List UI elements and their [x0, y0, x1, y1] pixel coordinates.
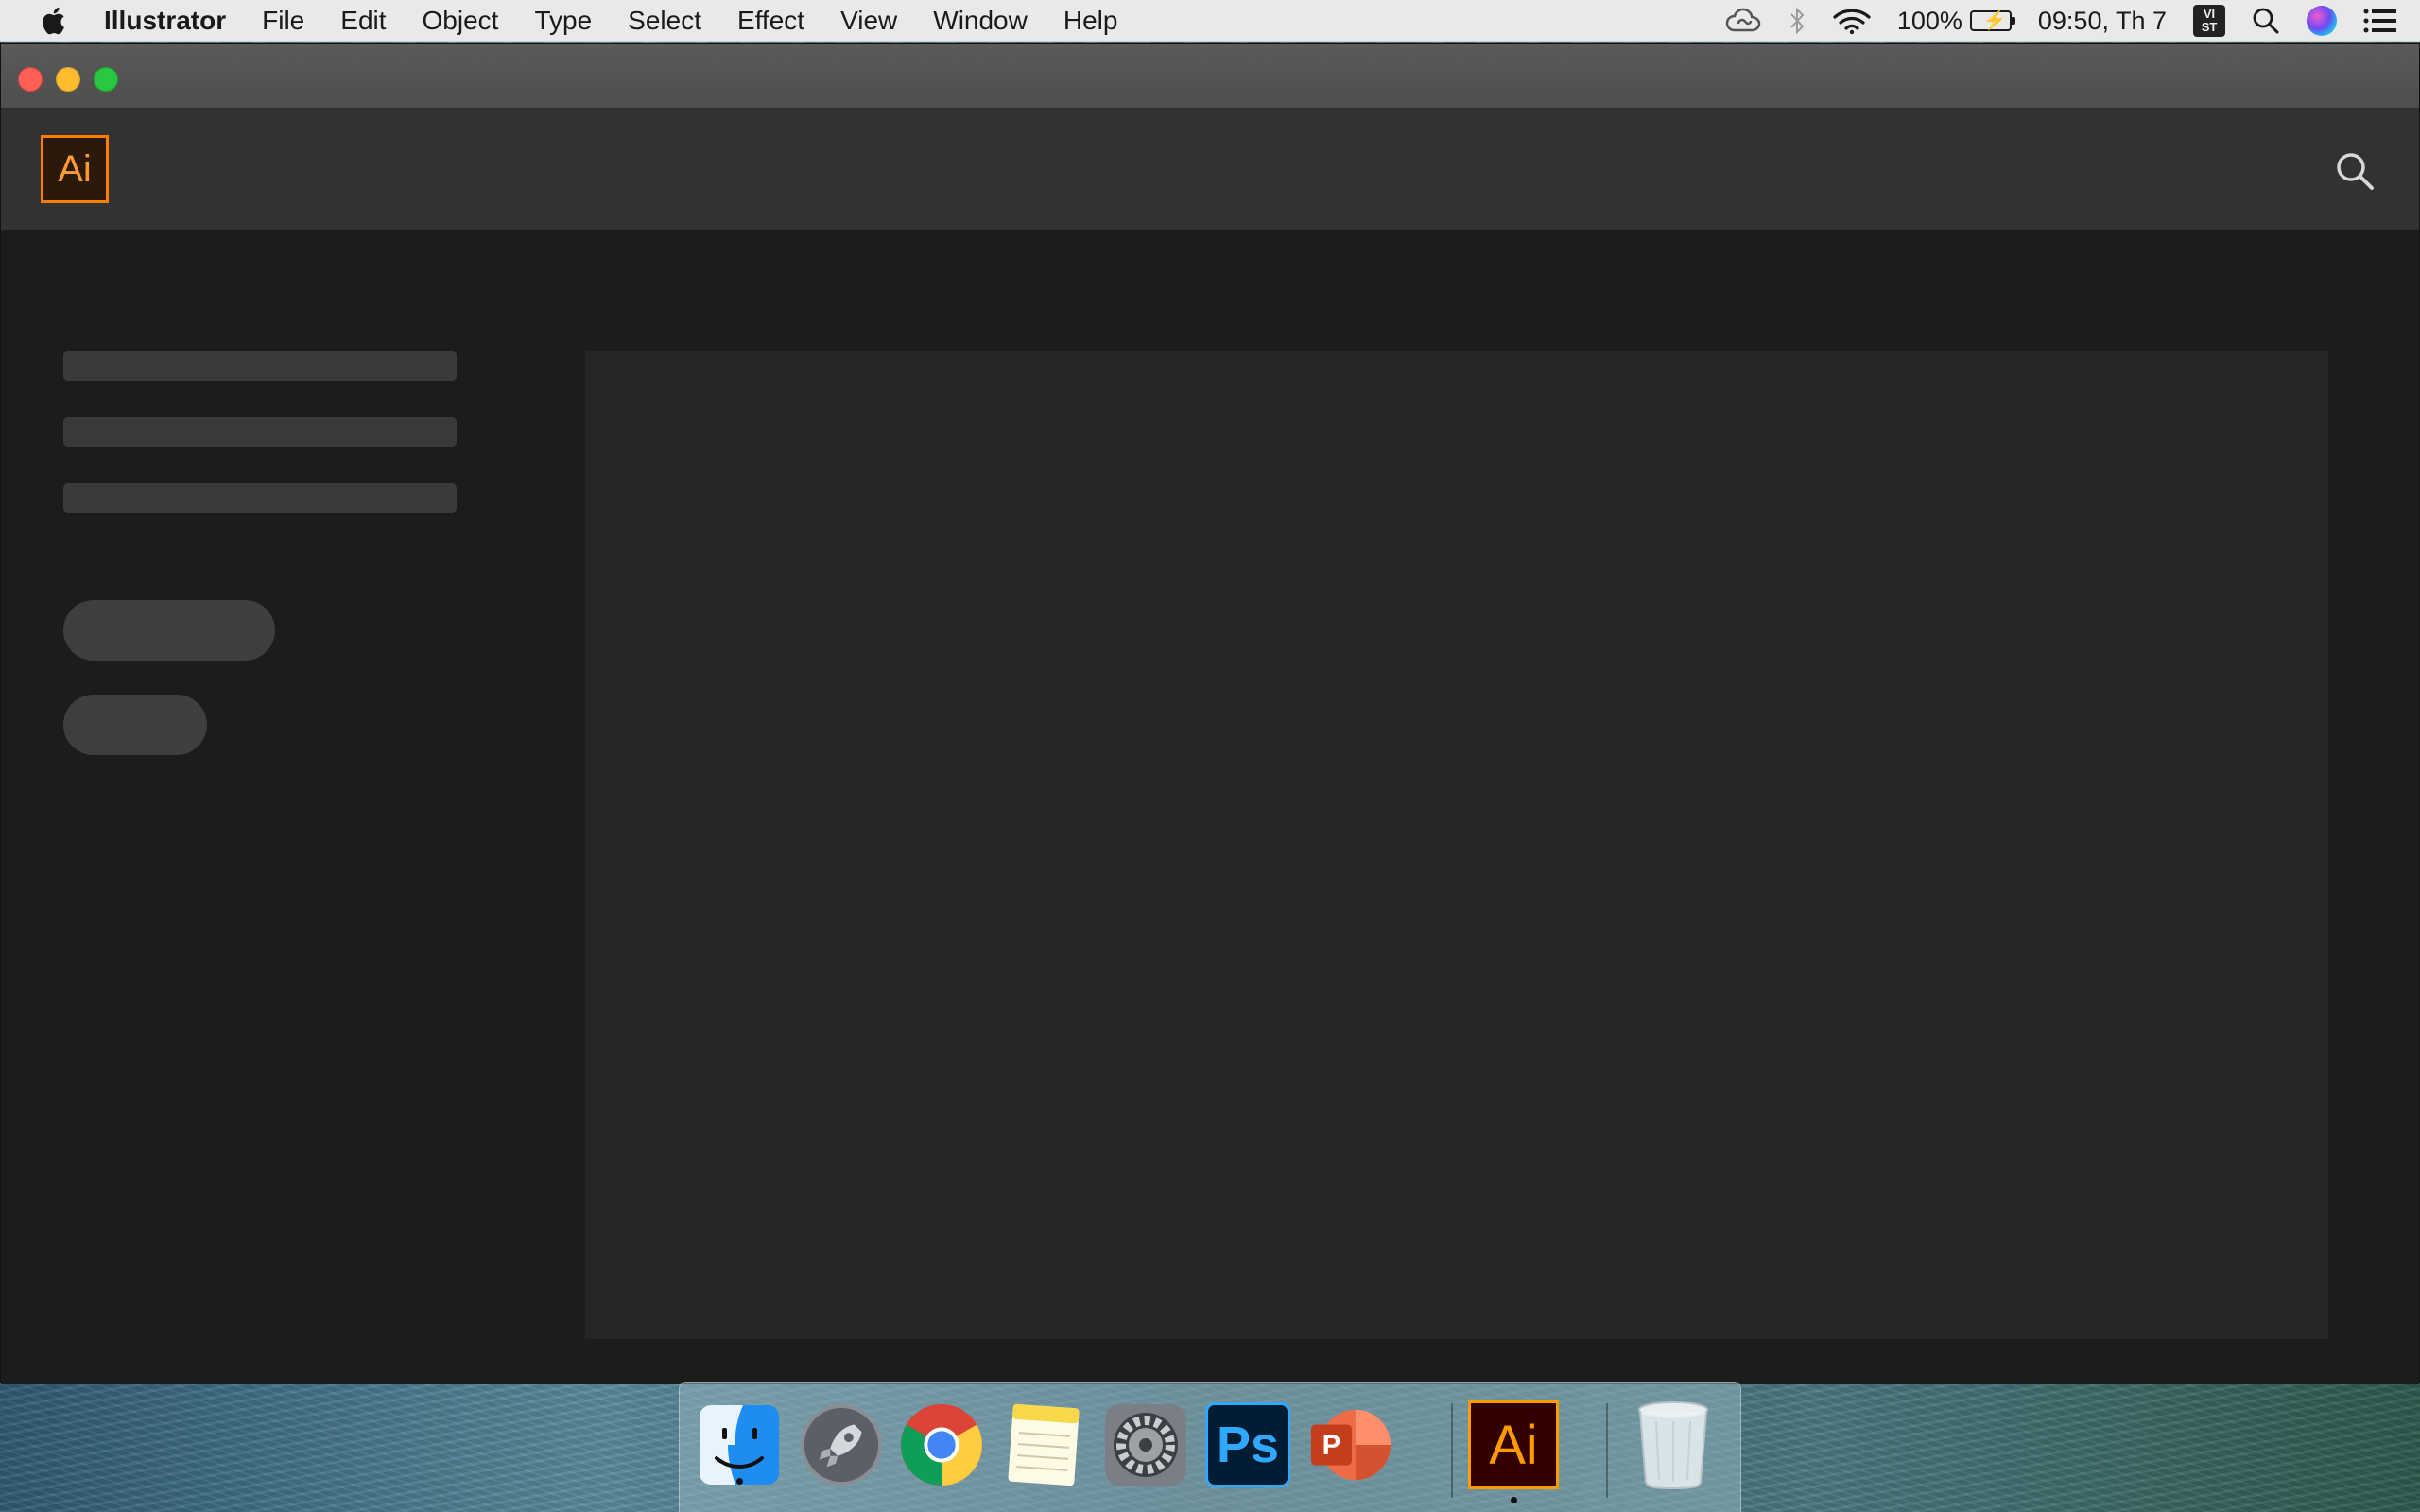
battery-percent: 100%: [1896, 6, 1962, 35]
sidebar-placeholder-button: [63, 600, 275, 661]
input-source-line1: VI: [2203, 7, 2216, 21]
status-area: 100% ⚡ 09:50, Th 7 VI ST: [1712, 0, 2420, 42]
menu-window[interactable]: Window: [915, 6, 1046, 36]
wifi-icon[interactable]: [1833, 7, 1871, 35]
input-source-icon[interactable]: VI ST: [2193, 5, 2225, 37]
menu-view[interactable]: View: [822, 6, 915, 36]
menu-type[interactable]: Type: [516, 6, 610, 36]
notes-icon[interactable]: [1001, 1401, 1086, 1488]
sidebar-placeholder-button: [63, 695, 207, 755]
illustrator-running-indicator: [1510, 1497, 1517, 1503]
chrome-icon[interactable]: [899, 1401, 984, 1488]
window-close-button[interactable]: [18, 67, 43, 92]
dock-separator: [1451, 1403, 1453, 1498]
menu-edit[interactable]: Edit: [322, 6, 404, 36]
menu-effect[interactable]: Effect: [719, 6, 822, 36]
photoshop-icon[interactable]: Ps: [1205, 1401, 1290, 1488]
finder-running-indicator: [735, 1478, 743, 1485]
siri-icon[interactable]: [2307, 6, 2337, 36]
dock: Ps P Ai: [679, 1382, 1741, 1512]
menu-file[interactable]: File: [244, 6, 322, 36]
creative-cloud-icon[interactable]: [1725, 8, 1761, 34]
battery-status[interactable]: 100% ⚡: [1896, 6, 2015, 36]
window-titlebar[interactable]: [1, 44, 2419, 109]
illustrator-logo: Ai: [41, 135, 109, 203]
sidebar-placeholder-line: [63, 351, 457, 381]
dock-separator: [1606, 1403, 1608, 1498]
window-minimize-button[interactable]: [56, 67, 80, 92]
launchpad-icon[interactable]: [799, 1401, 884, 1488]
spotlight-icon[interactable]: [2252, 7, 2280, 35]
menu-app-name[interactable]: Illustrator: [95, 6, 244, 36]
illustrator-dock-label: Ai: [1468, 1400, 1559, 1489]
powerpoint-label: P: [1322, 1430, 1341, 1461]
menu-select[interactable]: Select: [610, 6, 719, 36]
clock[interactable]: 09:50, Th 7: [2038, 7, 2167, 36]
menu-help[interactable]: Help: [1046, 6, 1136, 36]
input-source-line2: ST: [2201, 20, 2218, 34]
menu-bar: Illustrator File Edit Object Type Select…: [0, 0, 2420, 42]
photoshop-label: Ps: [1205, 1402, 1290, 1487]
main-placeholder-panel: [585, 351, 2328, 1339]
illustrator-window: Ai: [0, 43, 2420, 1384]
sidebar-placeholder-line: [63, 417, 457, 447]
bluetooth-icon[interactable]: [1788, 7, 1806, 35]
notification-center-icon[interactable]: [2363, 8, 2397, 34]
trash-icon[interactable]: [1631, 1401, 1716, 1489]
window-zoom-button[interactable]: [94, 67, 118, 92]
search-icon[interactable]: [2334, 150, 2376, 192]
menu-object[interactable]: Object: [405, 6, 517, 36]
apple-menu-icon[interactable]: [32, 0, 74, 42]
finder-icon[interactable]: [697, 1401, 782, 1488]
home-header: Ai: [1, 109, 2419, 230]
home-content-loading: [1, 230, 2419, 1384]
powerpoint-icon[interactable]: P: [1307, 1401, 1392, 1488]
system-preferences-icon[interactable]: [1103, 1401, 1188, 1488]
battery-charging-icon: ⚡: [1969, 10, 2015, 31]
illustrator-dock-icon[interactable]: Ai: [1468, 1400, 1559, 1503]
sidebar-placeholder-line: [63, 483, 457, 513]
